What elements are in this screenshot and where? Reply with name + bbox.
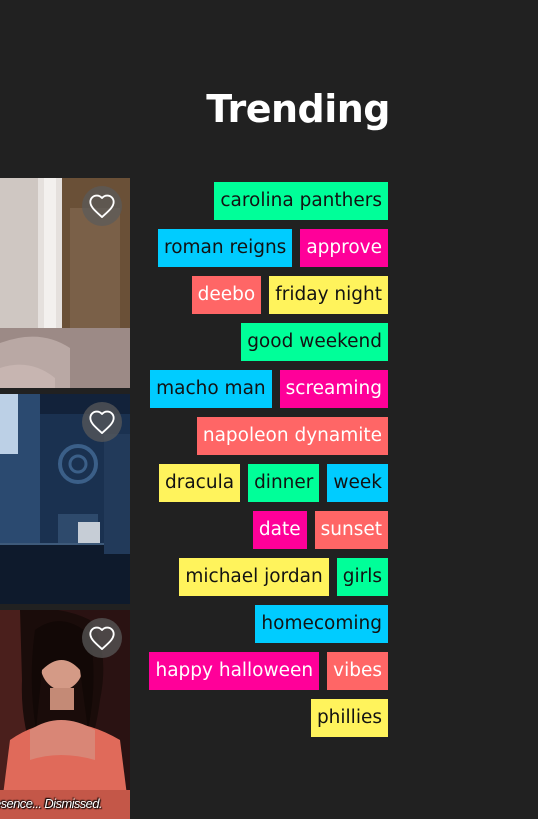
tag-good-weekend[interactable]: good weekend (241, 323, 388, 361)
tag-vibes[interactable]: vibes (327, 652, 388, 690)
heart-outline-icon (89, 194, 115, 219)
tag-happy-halloween[interactable]: happy halloween (149, 652, 320, 690)
gif-caption: esence... Dismissed. (0, 796, 103, 811)
tag-date[interactable]: date (252, 511, 307, 549)
tag-dracula[interactable]: dracula (159, 464, 241, 502)
trending-page: Trending esence... Dismissed. carolina p… (0, 0, 538, 819)
favorite-button[interactable] (82, 402, 122, 442)
favorite-button[interactable] (82, 186, 122, 226)
tag-girls[interactable]: girls (336, 558, 388, 596)
gif-card[interactable] (0, 178, 130, 388)
heart-outline-icon (89, 626, 115, 651)
tag-carolina-panthers[interactable]: carolina panthers (214, 182, 388, 220)
trending-tags: carolina panthers roman reigns approve d… (140, 182, 388, 737)
gif-card[interactable]: esence... Dismissed. (0, 610, 130, 819)
tag-deebo[interactable]: deebo (191, 276, 262, 314)
trending-title: Trending (206, 87, 390, 131)
tag-approve[interactable]: approve (300, 229, 388, 267)
tag-sunset[interactable]: sunset (314, 511, 388, 549)
tag-week[interactable]: week (327, 464, 388, 502)
tag-dinner[interactable]: dinner (248, 464, 320, 502)
tag-napoleon-dynamite[interactable]: napoleon dynamite (196, 417, 388, 455)
tag-michael-jordan[interactable]: michael jordan (179, 558, 329, 596)
tag-phillies[interactable]: phillies (310, 699, 388, 737)
tag-homecoming[interactable]: homecoming (255, 605, 388, 643)
heart-outline-icon (89, 410, 115, 435)
gif-card[interactable] (0, 394, 130, 604)
favorite-button[interactable] (82, 618, 122, 658)
tag-macho-man[interactable]: macho man (150, 370, 272, 408)
tag-screaming[interactable]: screaming (279, 370, 388, 408)
tag-friday-night[interactable]: friday night (269, 276, 388, 314)
tag-roman-reigns[interactable]: roman reigns (158, 229, 293, 267)
